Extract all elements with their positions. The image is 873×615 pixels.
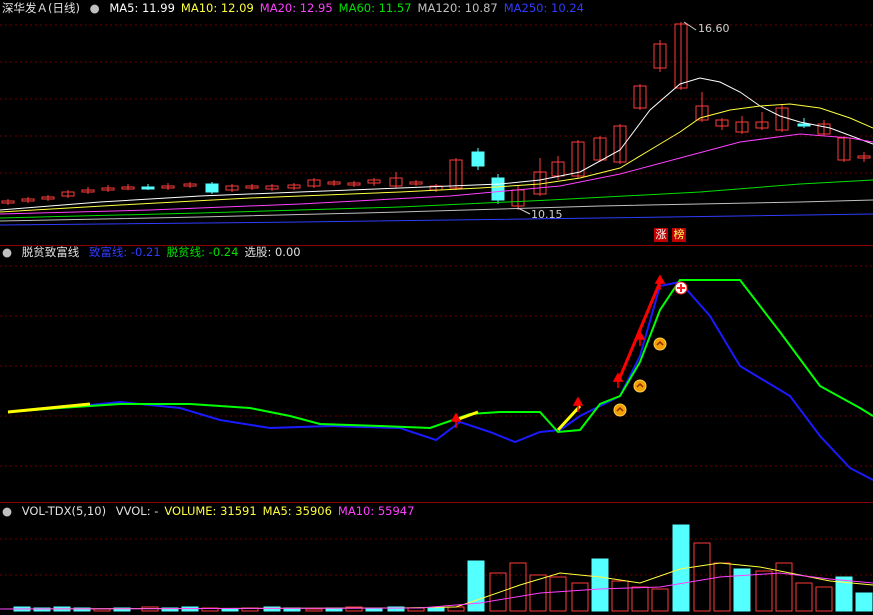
volume-bar bbox=[549, 576, 567, 612]
volume-label-2: MA5: 35906 bbox=[262, 504, 332, 518]
volume-bar bbox=[755, 570, 773, 612]
zhifu-line bbox=[7, 280, 873, 481]
yellow-segment bbox=[7, 402, 91, 414]
settings-dot-icon[interactable]: ● bbox=[90, 1, 100, 15]
volume-bar bbox=[263, 606, 281, 612]
rank-badge-bang[interactable]: 榜 bbox=[672, 228, 686, 242]
ma-label-0: MA5: 11.99 bbox=[109, 1, 175, 15]
candle-body bbox=[205, 183, 219, 193]
ma-label-2: MA20: 12.95 bbox=[259, 1, 333, 15]
indicator-label-0: 致富线: -0.21 bbox=[88, 245, 161, 259]
volume-chart bbox=[0, 524, 873, 612]
rank-badge-zhang[interactable]: 涨 bbox=[654, 228, 668, 242]
volume-label-1: VOLUME: 31591 bbox=[164, 504, 257, 518]
ma20-line bbox=[0, 133, 873, 215]
price-header: 深华发Ａ(日线) ● MA5: 11.99 MA10: 12.09 MA20: 12… bbox=[2, 0, 596, 16]
price-chart bbox=[0, 21, 873, 226]
candle-body bbox=[471, 151, 485, 167]
ma-label-4: MA120: 10.87 bbox=[417, 1, 498, 15]
volume-bar bbox=[345, 606, 363, 612]
high-pointer bbox=[683, 21, 697, 31]
volume-bar bbox=[489, 572, 507, 612]
volume-bar bbox=[427, 607, 445, 612]
up-signal-icon bbox=[633, 379, 647, 393]
indicator-header: ● 脱贫致富线 致富线: -0.21 脱贫线: -0.24 选股: 0.00 bbox=[2, 244, 313, 260]
volume-bar bbox=[571, 582, 589, 612]
up-signal-icon bbox=[613, 403, 627, 417]
volume-bar bbox=[591, 558, 609, 612]
ma-label-5: MA250: 10.24 bbox=[503, 1, 584, 15]
volume-bar bbox=[611, 580, 629, 612]
settings-dot-icon[interactable]: ● bbox=[2, 504, 12, 518]
volume-bar bbox=[693, 542, 711, 612]
high-price-label: 16.60 bbox=[698, 22, 730, 35]
up-signal-icon bbox=[653, 337, 667, 351]
red-segment bbox=[616, 281, 662, 383]
candle-body bbox=[491, 177, 505, 201]
volume-bar bbox=[713, 562, 731, 612]
ma250-line bbox=[0, 213, 873, 226]
volume-bar bbox=[815, 586, 833, 612]
volume-pane[interactable]: ● VOL-TDX(5,10) VVOL: - VOLUME: 31591 MA5:… bbox=[0, 503, 873, 615]
volume-bar bbox=[305, 608, 323, 612]
candle-body bbox=[141, 186, 155, 190]
volume-bar bbox=[795, 582, 813, 612]
volume-title: VOL-TDX(5,10) bbox=[21, 504, 107, 518]
ma-label-3: MA60: 11.57 bbox=[338, 1, 412, 15]
price-pane[interactable]: 深华发Ａ(日线) ● MA5: 11.99 MA10: 12.09 MA20: 12… bbox=[0, 0, 873, 245]
indicator-chart bbox=[0, 265, 873, 481]
volume-header: ● VOL-TDX(5,10) VVOL: - VOLUME: 31591 MA5:… bbox=[2, 503, 426, 519]
stock-title: 深华发Ａ(日线) bbox=[2, 1, 80, 15]
volume-bar bbox=[631, 586, 649, 612]
volume-bar bbox=[855, 592, 873, 612]
low-price-label: 10.15 bbox=[531, 208, 563, 221]
volume-label-0: VVOL: - bbox=[115, 504, 159, 518]
indicator-label-2: 选股: 0.00 bbox=[244, 245, 301, 259]
indicator-title: 脱贫致富线 bbox=[21, 245, 80, 259]
settings-dot-icon[interactable]: ● bbox=[2, 245, 12, 259]
volume-bar bbox=[509, 562, 527, 612]
indicator-pane[interactable]: ● 脱贫致富线 致富线: -0.21 脱贫线: -0.24 选股: 0.00 bbox=[0, 244, 873, 502]
volume-label-3: MA10: 55947 bbox=[337, 504, 415, 518]
candle-body bbox=[797, 123, 811, 127]
low-pointer bbox=[517, 207, 531, 215]
volume-bar bbox=[221, 608, 239, 612]
volume-bar bbox=[651, 588, 669, 612]
volume-bar bbox=[93, 608, 111, 612]
ma-label-1: MA10: 12.09 bbox=[180, 1, 254, 15]
indicator-label-1: 脱贫线: -0.24 bbox=[166, 245, 239, 259]
tuopin-line bbox=[7, 279, 873, 434]
